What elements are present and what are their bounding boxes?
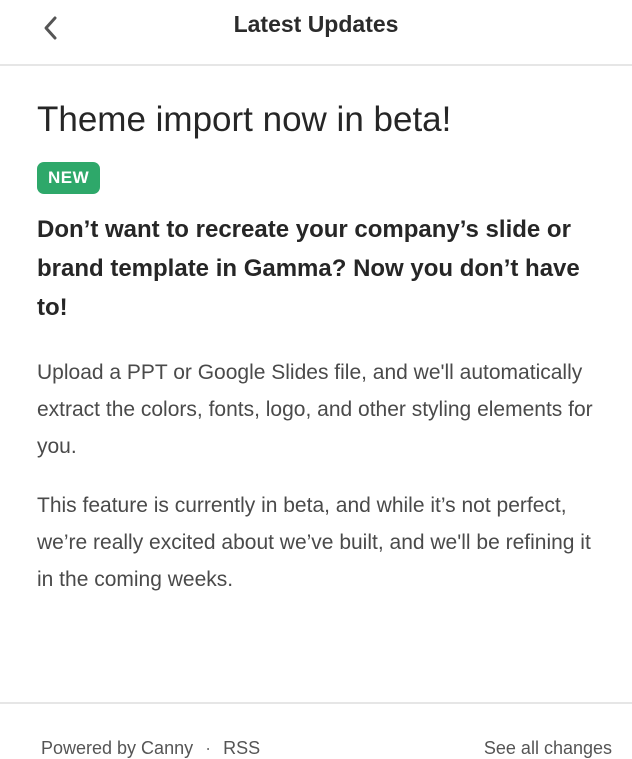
rss-link[interactable]: RSS (223, 738, 260, 758)
new-badge: NEW (37, 162, 101, 194)
post-content: Theme import now in beta! NEW Don’t want… (37, 96, 607, 598)
footer-separator: · (205, 738, 212, 758)
header: Latest Updates (0, 0, 632, 66)
see-all-changes-link[interactable]: See all changes (484, 738, 612, 759)
powered-by-canny-link[interactable]: Powered by Canny (41, 738, 193, 758)
post-paragraph: Upload a PPT or Google Slides file, and … (37, 361, 593, 458)
footer: Powered by Canny · RSS See all changes (0, 702, 632, 758)
post-title: Theme import now in beta! (37, 100, 452, 139)
post-paragraph: This feature is currently in beta, and w… (37, 494, 591, 591)
header-title: Latest Updates (233, 11, 399, 37)
footer-left: Powered by Canny · RSS (41, 738, 260, 759)
post-lead: Don’t want to recreate your company’s sl… (37, 216, 580, 321)
